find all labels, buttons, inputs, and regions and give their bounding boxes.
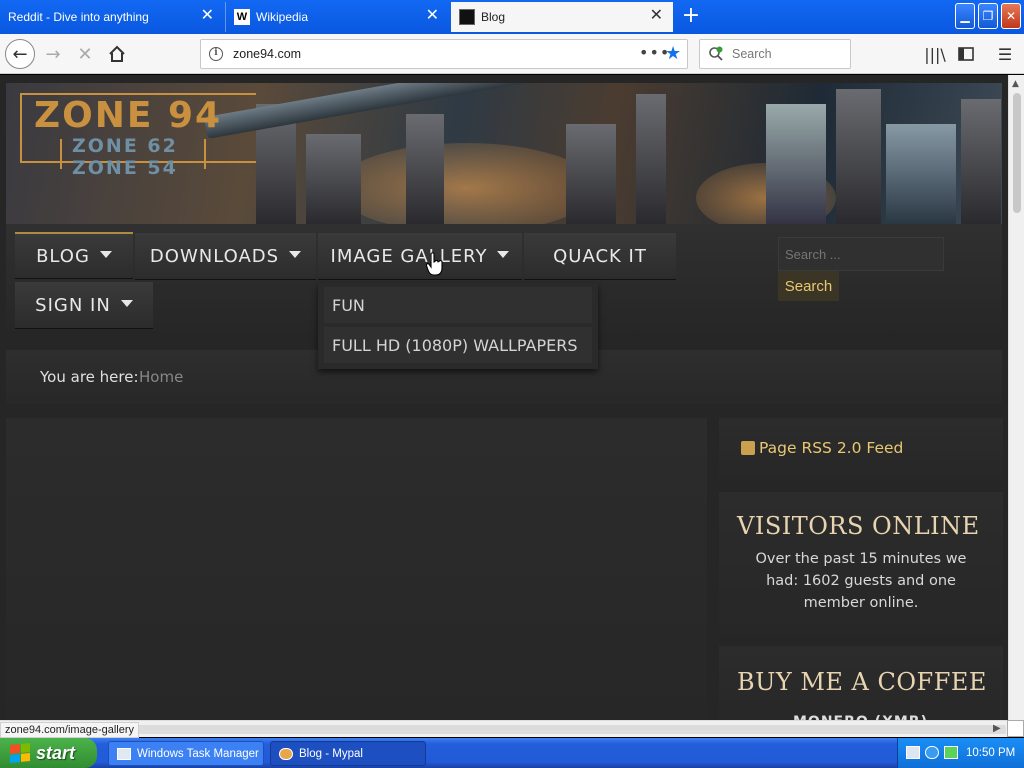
main-content-area: [6, 418, 707, 720]
restore-button[interactable]: ❐: [978, 3, 998, 29]
close-tab-icon[interactable]: ✕: [426, 8, 439, 24]
tab-wikipedia[interactable]: W Wikipedia ✕: [225, 2, 449, 32]
new-tab-button[interactable]: +: [680, 5, 702, 28]
scroll-right-icon[interactable]: ▶: [993, 723, 1001, 734]
scroll-thumb[interactable]: [136, 725, 1006, 734]
wikipedia-icon: W: [234, 9, 250, 25]
breadcrumb-home-link[interactable]: Home: [139, 368, 183, 386]
tab-blog[interactable]: Blog ✕: [451, 2, 673, 32]
url-bar[interactable]: i zone94.com ••• ★: [200, 39, 688, 69]
buy-coffee-module: BUY ME A COFFEE MONERO (XMR): [719, 646, 1003, 730]
menu-blog[interactable]: BLOG: [15, 232, 133, 278]
forward-button[interactable]: →: [38, 39, 68, 69]
task-windows-task-manager[interactable]: Windows Task Manager: [108, 741, 264, 766]
browser-search-box[interactable]: Search: [699, 39, 851, 69]
scroll-up-icon[interactable]: ▲: [1012, 79, 1019, 89]
scroll-thumb[interactable]: [1013, 93, 1021, 213]
menu-downloads[interactable]: DOWNLOADS: [135, 233, 316, 279]
back-button[interactable]: ←: [5, 39, 35, 69]
vertical-scrollbar[interactable]: ▲: [1008, 75, 1024, 720]
rss-feed-link[interactable]: Page RSS 2.0 Feed: [759, 439, 903, 457]
site-search-button[interactable]: Search: [778, 271, 839, 301]
dropdown-item-fun[interactable]: FUN: [324, 287, 592, 323]
search-placeholder: Search: [732, 47, 772, 61]
site-search-input[interactable]: [778, 237, 944, 271]
stop-button[interactable]: ✕: [70, 39, 100, 69]
keyboard-icon[interactable]: [906, 746, 920, 759]
tab-strip: Reddit - Dive into anything ✕ W Wikipedi…: [0, 0, 1024, 34]
menu-image-gallery[interactable]: IMAGE GALLERY: [318, 233, 522, 279]
forward-arrow-icon: →: [45, 43, 61, 65]
horizontal-scrollbar[interactable]: ◀ ▶: [0, 720, 1024, 737]
screen: Reddit - Dive into anything ✕ W Wikipedi…: [0, 0, 1024, 768]
sidebar-button[interactable]: [951, 39, 981, 69]
search-icon: [709, 46, 723, 61]
breadcrumb-label: You are here:: [40, 368, 139, 386]
sidebar-icon: [958, 47, 974, 61]
navigation-toolbar: ← → ✕ i zone94.com ••• ★ Search |||\ ☰: [0, 34, 1024, 74]
tray-expand-icon[interactable]: [925, 746, 939, 759]
hamburger-icon: ☰: [997, 44, 1013, 64]
blog-favicon-icon: [459, 9, 475, 25]
scroll-corner: [1007, 720, 1024, 737]
task-manager-icon: [117, 747, 131, 760]
caret-down-icon: [120, 299, 133, 307]
image-gallery-dropdown: FUN FULL HD (1080P) WALLPAPERS: [318, 283, 598, 369]
tab-title: Reddit - Dive into anything: [8, 10, 149, 24]
menu-sign-in[interactable]: SIGN IN: [15, 282, 153, 328]
rss-icon: [741, 441, 755, 455]
caret-down-icon: [289, 250, 302, 258]
tab-title: Wikipedia: [256, 10, 309, 24]
rss-module: Page RSS 2.0 Feed: [719, 418, 1003, 480]
back-arrow-icon: ←: [12, 43, 28, 65]
minimize-button[interactable]: ▁: [955, 3, 975, 29]
status-url: zone94.com/image-gallery: [0, 722, 140, 738]
visitors-online-module: VISITORS ONLINE Over the past 15 minutes…: [719, 492, 1003, 634]
library-button[interactable]: |||\: [920, 39, 950, 69]
clock[interactable]: 10:50 PM: [966, 747, 1015, 759]
visitors-text: Over the past 15 minutes we had: 1602 gu…: [755, 551, 967, 611]
url-text: zone94.com: [233, 47, 302, 61]
task-blog-mypal[interactable]: Blog - Mypal: [270, 741, 426, 766]
site-header-image[interactable]: ZONE 94 ZONE 62 ZONE 54: [6, 83, 1002, 224]
tab-title: Blog: [481, 10, 506, 24]
close-tab-icon[interactable]: ✕: [201, 8, 214, 24]
tab-reddit[interactable]: Reddit - Dive into anything ✕: [0, 2, 224, 32]
site-info-icon[interactable]: i: [209, 47, 223, 61]
network-icon[interactable]: [944, 746, 958, 759]
stop-icon: ✕: [77, 43, 93, 65]
start-button[interactable]: start: [0, 738, 97, 768]
library-icon: |||\: [924, 44, 946, 64]
bookmark-star-icon[interactable]: ★: [665, 43, 681, 64]
dropdown-item-wallpapers[interactable]: FULL HD (1080P) WALLPAPERS: [324, 327, 592, 363]
visitors-title: VISITORS ONLINE: [737, 512, 980, 540]
menu-quack-it[interactable]: QUACK IT: [524, 233, 676, 279]
coffee-title: BUY ME A COFFEE: [737, 668, 987, 696]
windows-logo-icon: [10, 742, 30, 764]
home-button[interactable]: [102, 39, 132, 69]
home-icon: [109, 45, 125, 62]
close-tab-icon[interactable]: ✕: [650, 8, 663, 24]
hand-cursor-icon: [426, 252, 443, 276]
taskbar: start Windows Task Manager Blog - Mypal …: [0, 738, 1024, 768]
caret-down-icon: [497, 250, 510, 258]
site-logo-sub: ZONE 62 ZONE 54: [72, 135, 178, 179]
system-tray: 10:50 PM: [897, 738, 1024, 768]
mypal-icon: [279, 747, 293, 760]
caret-down-icon: [99, 250, 112, 258]
site-logo[interactable]: ZONE 94: [34, 95, 222, 136]
close-window-button[interactable]: ✕: [1001, 3, 1021, 29]
menu-button[interactable]: ☰: [990, 39, 1020, 69]
